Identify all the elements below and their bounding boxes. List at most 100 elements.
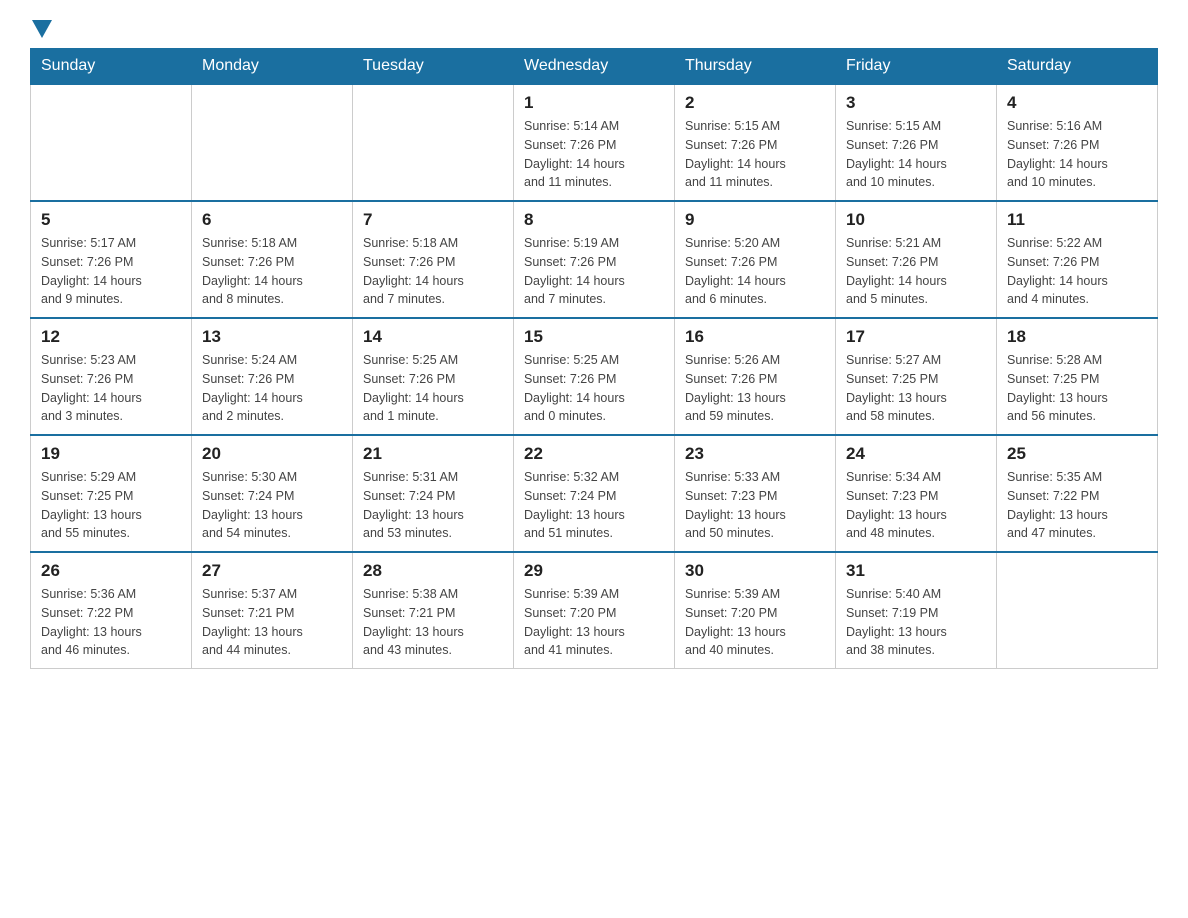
page-header [30,20,1158,38]
calendar-cell: 3Sunrise: 5:15 AM Sunset: 7:26 PM Daylig… [836,84,997,201]
calendar-cell: 6 Sunrise: 5:18 AM Sunset: 7:26 PM Daylig… [192,201,353,318]
calendar-cell: 12Sunrise: 5:23 AM Sunset: 7:26 PM Dayli… [31,318,192,435]
day-info: Sunrise: 5:34 AM Sunset: 7:23 PM Dayligh… [846,468,986,543]
calendar-cell: 28 Sunrise: 5:38 AM Sunset: 7:21 PM Dayli… [353,552,514,669]
day-number: 15 [524,327,664,347]
day-number: 22 [524,444,664,464]
calendar-cell: 20 Sunrise: 5:30 AM Sunset: 7:24 PM Dayli… [192,435,353,552]
day-number: 19 [41,444,181,464]
day-number: 20 [202,444,342,464]
day-info: Sunrise: 5:19 AM Sunset: 7:26 PM Dayligh… [524,234,664,309]
calendar-cell: 1Sunrise: 5:14 AM Sunset: 7:26 PM Daylig… [514,84,675,201]
weekday-header-saturday: Saturday [997,49,1158,85]
day-number: 13 [202,327,342,347]
calendar-cell [192,84,353,201]
day-info: Sunrise: 5:29 AM Sunset: 7:25 PM Dayligh… [41,468,181,543]
day-number: 7 [363,210,503,230]
day-number: 29 [524,561,664,581]
calendar-cell: 26Sunrise: 5:36 AM Sunset: 7:22 PM Dayli… [31,552,192,669]
day-info: Sunrise: 5:25 AM Sunset: 7:26 PM Dayligh… [524,351,664,426]
day-number: 16 [685,327,825,347]
day-info: Sunrise: 5:32 AM Sunset: 7:24 PM Dayligh… [524,468,664,543]
day-number: 24 [846,444,986,464]
calendar-cell: 29 Sunrise: 5:39 AM Sunset: 7:20 PM Dayli… [514,552,675,669]
weekday-header-sunday: Sunday [31,49,192,85]
day-number: 31 [846,561,986,581]
day-info: Sunrise: 5:39 AM Sunset: 7:20 PM Dayligh… [685,585,825,660]
day-number: 30 [685,561,825,581]
day-info: Sunrise: 5:26 AM Sunset: 7:26 PM Dayligh… [685,351,825,426]
weekday-header-tuesday: Tuesday [353,49,514,85]
day-number: 3 [846,93,986,113]
calendar-cell: 19 Sunrise: 5:29 AM Sunset: 7:25 PM Dayli… [31,435,192,552]
day-info: Sunrise: 5:35 AM Sunset: 7:22 PM Dayligh… [1007,468,1147,543]
calendar-cell: 13 Sunrise: 5:24 AM Sunset: 7:26 PM Dayli… [192,318,353,435]
day-number: 10 [846,210,986,230]
calendar-cell: 15 Sunrise: 5:25 AM Sunset: 7:26 PM Dayli… [514,318,675,435]
calendar-cell: 7 Sunrise: 5:18 AM Sunset: 7:26 PM Daylig… [353,201,514,318]
calendar-week-row: 12Sunrise: 5:23 AM Sunset: 7:26 PM Dayli… [31,318,1158,435]
calendar-cell [31,84,192,201]
day-number: 27 [202,561,342,581]
calendar-cell [353,84,514,201]
day-number: 4 [1007,93,1147,113]
calendar-week-row: 26Sunrise: 5:36 AM Sunset: 7:22 PM Dayli… [31,552,1158,669]
day-number: 23 [685,444,825,464]
calendar-cell: 8 Sunrise: 5:19 AM Sunset: 7:26 PM Daylig… [514,201,675,318]
calendar-week-row: 5 Sunrise: 5:17 AM Sunset: 7:26 PM Daylig… [31,201,1158,318]
day-number: 25 [1007,444,1147,464]
calendar-cell: 18 Sunrise: 5:28 AM Sunset: 7:25 PM Dayli… [997,318,1158,435]
day-info: Sunrise: 5:24 AM Sunset: 7:26 PM Dayligh… [202,351,342,426]
calendar-cell: 30 Sunrise: 5:39 AM Sunset: 7:20 PM Dayli… [675,552,836,669]
day-number: 9 [685,210,825,230]
day-info: Sunrise: 5:16 AM Sunset: 7:26 PM Dayligh… [1007,117,1147,192]
calendar-cell: 24 Sunrise: 5:34 AM Sunset: 7:23 PM Dayli… [836,435,997,552]
calendar-cell: 16 Sunrise: 5:26 AM Sunset: 7:26 PM Dayli… [675,318,836,435]
day-number: 11 [1007,210,1147,230]
day-number: 26 [41,561,181,581]
day-info: Sunrise: 5:17 AM Sunset: 7:26 PM Dayligh… [41,234,181,309]
day-info: Sunrise: 5:39 AM Sunset: 7:20 PM Dayligh… [524,585,664,660]
calendar-cell: 14 Sunrise: 5:25 AM Sunset: 7:26 PM Dayli… [353,318,514,435]
weekday-header-monday: Monday [192,49,353,85]
day-info: Sunrise: 5:18 AM Sunset: 7:26 PM Dayligh… [202,234,342,309]
day-info: Sunrise: 5:27 AM Sunset: 7:25 PM Dayligh… [846,351,986,426]
day-info: Sunrise: 5:33 AM Sunset: 7:23 PM Dayligh… [685,468,825,543]
calendar-cell: 5 Sunrise: 5:17 AM Sunset: 7:26 PM Daylig… [31,201,192,318]
day-number: 21 [363,444,503,464]
day-number: 14 [363,327,503,347]
calendar-cell: 10 Sunrise: 5:21 AM Sunset: 7:26 PM Dayli… [836,201,997,318]
logo [30,20,54,38]
day-info: Sunrise: 5:25 AM Sunset: 7:26 PM Dayligh… [363,351,503,426]
weekday-header-thursday: Thursday [675,49,836,85]
day-info: Sunrise: 5:40 AM Sunset: 7:19 PM Dayligh… [846,585,986,660]
calendar-header-row: SundayMondayTuesdayWednesdayThursdayFrid… [31,49,1158,85]
calendar-cell: 17Sunrise: 5:27 AM Sunset: 7:25 PM Dayli… [836,318,997,435]
day-number: 2 [685,93,825,113]
day-number: 8 [524,210,664,230]
weekday-header-friday: Friday [836,49,997,85]
day-info: Sunrise: 5:30 AM Sunset: 7:24 PM Dayligh… [202,468,342,543]
calendar-cell: 31 Sunrise: 5:40 AM Sunset: 7:19 PM Dayli… [836,552,997,669]
calendar-table: SundayMondayTuesdayWednesdayThursdayFrid… [30,48,1158,669]
calendar-cell: 27 Sunrise: 5:37 AM Sunset: 7:21 PM Dayli… [192,552,353,669]
calendar-cell: 22 Sunrise: 5:32 AM Sunset: 7:24 PM Dayli… [514,435,675,552]
day-number: 18 [1007,327,1147,347]
day-number: 28 [363,561,503,581]
weekday-header-wednesday: Wednesday [514,49,675,85]
day-info: Sunrise: 5:28 AM Sunset: 7:25 PM Dayligh… [1007,351,1147,426]
day-number: 12 [41,327,181,347]
day-number: 6 [202,210,342,230]
calendar-week-row: 19 Sunrise: 5:29 AM Sunset: 7:25 PM Dayli… [31,435,1158,552]
day-info: Sunrise: 5:21 AM Sunset: 7:26 PM Dayligh… [846,234,986,309]
day-info: Sunrise: 5:38 AM Sunset: 7:21 PM Dayligh… [363,585,503,660]
logo-triangle-icon [32,20,52,38]
day-info: Sunrise: 5:22 AM Sunset: 7:26 PM Dayligh… [1007,234,1147,309]
day-info: Sunrise: 5:37 AM Sunset: 7:21 PM Dayligh… [202,585,342,660]
calendar-week-row: 1Sunrise: 5:14 AM Sunset: 7:26 PM Daylig… [31,84,1158,201]
day-number: 5 [41,210,181,230]
calendar-cell: 23 Sunrise: 5:33 AM Sunset: 7:23 PM Dayli… [675,435,836,552]
calendar-cell: 4 Sunrise: 5:16 AM Sunset: 7:26 PM Daylig… [997,84,1158,201]
day-info: Sunrise: 5:18 AM Sunset: 7:26 PM Dayligh… [363,234,503,309]
day-info: Sunrise: 5:31 AM Sunset: 7:24 PM Dayligh… [363,468,503,543]
